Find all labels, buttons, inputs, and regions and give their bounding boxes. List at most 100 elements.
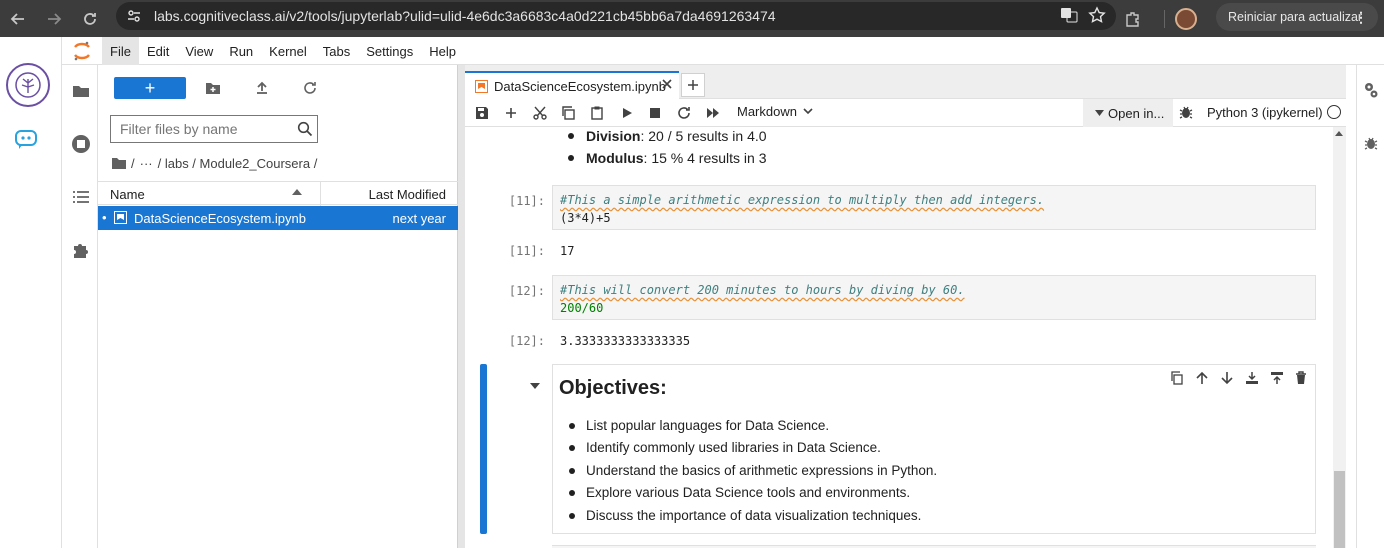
paste-icon[interactable] xyxy=(588,104,606,122)
notebook-content[interactable]: Division: 20 / 5 results in 4.0 Modulus:… xyxy=(465,127,1333,548)
collapse-heading-icon[interactable] xyxy=(529,382,541,390)
home-folder-icon[interactable] xyxy=(112,157,126,169)
code-line: 200/60 xyxy=(560,299,1308,317)
back-button[interactable] xyxy=(0,0,36,37)
upload-icon[interactable] xyxy=(253,79,271,97)
reload-button[interactable] xyxy=(72,0,108,37)
panel-splitter[interactable] xyxy=(458,65,465,548)
column-divider[interactable] xyxy=(320,182,321,206)
file-browser-panel: + Filter files by name / ··· / labs / Mo… xyxy=(98,65,458,548)
running-stop-icon[interactable] xyxy=(71,134,91,154)
filter-files-input[interactable]: Filter files by name xyxy=(110,115,318,143)
close-icon[interactable] xyxy=(661,78,673,90)
insert-below-icon[interactable] xyxy=(1270,371,1284,385)
copy-icon[interactable] xyxy=(559,104,577,122)
insert-above-icon[interactable] xyxy=(1245,371,1259,385)
previous-markdown-list: Division: 20 / 5 results in 4.0 Modulus:… xyxy=(565,127,767,169)
cell-type-select[interactable]: Markdown xyxy=(737,104,813,119)
menu-settings[interactable]: Settings xyxy=(358,37,421,65)
list-item-text: Explore various Data Science tools and e… xyxy=(586,485,911,501)
stop-icon[interactable] xyxy=(646,104,664,122)
activity-bar xyxy=(62,65,98,548)
code-cell-input[interactable]: #This will convert 200 minutes to hours … xyxy=(552,275,1316,320)
fast-forward-icon[interactable] xyxy=(704,104,722,122)
active-cell-indicator[interactable] xyxy=(480,364,487,534)
bullet xyxy=(569,512,575,519)
cell-toolbar xyxy=(1170,371,1307,385)
jupyter-logo-icon xyxy=(62,37,102,65)
folder-icon[interactable] xyxy=(71,81,91,101)
bookmark-star-icon[interactable] xyxy=(1088,6,1106,24)
new-launcher-button[interactable]: + xyxy=(114,77,186,99)
run-icon[interactable] xyxy=(618,104,636,122)
column-last-modified[interactable]: Last Modified xyxy=(369,187,446,202)
file-item[interactable]: • DataScienceEcosystem.ipynb next year xyxy=(98,206,458,230)
list-item: List popular languages for Data Science. xyxy=(553,415,1313,437)
profile-avatar[interactable] xyxy=(1175,7,1197,30)
search-icon xyxy=(297,121,313,137)
restart-kernel-icon[interactable] xyxy=(675,104,693,122)
objectives-list: List popular languages for Data Science.… xyxy=(553,415,1313,527)
forward-button[interactable] xyxy=(36,0,72,37)
cell-type-value: Markdown xyxy=(737,104,797,119)
breadcrumb: / ··· / labs / Module2_Coursera / xyxy=(112,153,317,173)
menu-help[interactable]: Help xyxy=(421,37,464,65)
plus-icon xyxy=(688,80,698,90)
file-list-header: Name Last Modified xyxy=(98,181,458,206)
sort-ascending-icon[interactable] xyxy=(292,188,302,196)
insert-cell-icon[interactable] xyxy=(502,104,520,122)
address-bar[interactable]: labs.cognitiveclass.ai/v2/tools/jupyterl… xyxy=(116,2,1116,30)
browser-toolbar: labs.cognitiveclass.ai/v2/tools/jupyterl… xyxy=(0,0,1384,37)
menu-edit[interactable]: Edit xyxy=(139,37,177,65)
add-tab-button[interactable] xyxy=(681,73,705,97)
new-folder-icon[interactable] xyxy=(204,79,222,97)
more-vert-icon[interactable]: ⋮ xyxy=(1354,9,1368,26)
bullet xyxy=(568,155,574,161)
delete-icon[interactable] xyxy=(1295,371,1307,385)
markdown-cell[interactable]: Objectives: List popular languages for D… xyxy=(552,364,1316,534)
notebook-scrollbar[interactable] xyxy=(1333,127,1346,548)
kernel-name[interactable]: Python 3 (ipykernel) xyxy=(1207,105,1323,120)
save-icon[interactable] xyxy=(473,104,491,122)
extensions-icon[interactable] xyxy=(1124,10,1142,28)
list-item-text: : 20 / 5 results in 4.0 xyxy=(640,128,767,144)
breadcrumb-ellipsis[interactable]: ··· xyxy=(140,156,153,171)
update-button[interactable]: Reiniciar para actualizar ⋮ xyxy=(1216,3,1378,31)
property-inspector-gears-icon[interactable] xyxy=(1363,81,1379,99)
notebook-tab[interactable]: DataScienceEcosystem.ipynb xyxy=(465,71,679,99)
scrollbar-thumb[interactable] xyxy=(1334,471,1345,548)
open-in-button[interactable]: Open in... xyxy=(1083,99,1173,127)
extensions-puzzle-icon[interactable] xyxy=(71,240,91,260)
duplicate-cell-icon[interactable] xyxy=(1170,371,1184,385)
scroll-up-icon[interactable] xyxy=(1335,131,1343,136)
breadcrumb-path[interactable]: / labs / Module2_Coursera / xyxy=(158,156,318,171)
translate-icon[interactable] xyxy=(1060,6,1078,24)
menu-run[interactable]: Run xyxy=(221,37,261,65)
chat-assistant-icon[interactable] xyxy=(14,129,40,151)
bullet xyxy=(569,423,575,429)
menu-file[interactable]: File xyxy=(102,36,139,65)
menu-kernel[interactable]: Kernel xyxy=(261,37,315,65)
menu-tabs[interactable]: Tabs xyxy=(315,37,358,65)
refresh-icon[interactable] xyxy=(301,79,319,97)
list-item: Modulus: 15 % 4 results in 3 xyxy=(565,147,767,169)
move-up-icon[interactable] xyxy=(1195,371,1209,385)
url-text: labs.cognitiveclass.ai/v2/tools/jupyterl… xyxy=(154,8,776,24)
debugger-bug-icon[interactable] xyxy=(1364,135,1378,151)
column-name[interactable]: Name xyxy=(110,187,145,202)
bullet xyxy=(569,445,575,452)
menu-view[interactable]: View xyxy=(177,37,221,65)
breadcrumb-root[interactable]: / xyxy=(131,156,135,171)
move-down-icon[interactable] xyxy=(1220,371,1234,385)
tree-logo-icon[interactable] xyxy=(6,63,50,107)
code-cell-input[interactable]: #This a simple arithmetic expression to … xyxy=(552,185,1316,230)
list-item-text: Discuss the importance of data visualiza… xyxy=(586,507,922,523)
list-item: Explore various Data Science tools and e… xyxy=(553,482,1313,504)
list-item: Understand the basics of arithmetic expr… xyxy=(553,460,1313,482)
output-prompt: [11]: xyxy=(508,244,545,258)
cut-icon[interactable] xyxy=(531,104,549,122)
debugger-bug-icon[interactable] xyxy=(1179,104,1193,120)
table-of-contents-icon[interactable] xyxy=(71,187,91,207)
file-browser-toolbar: + xyxy=(98,65,458,111)
site-info-icon[interactable] xyxy=(120,2,148,30)
